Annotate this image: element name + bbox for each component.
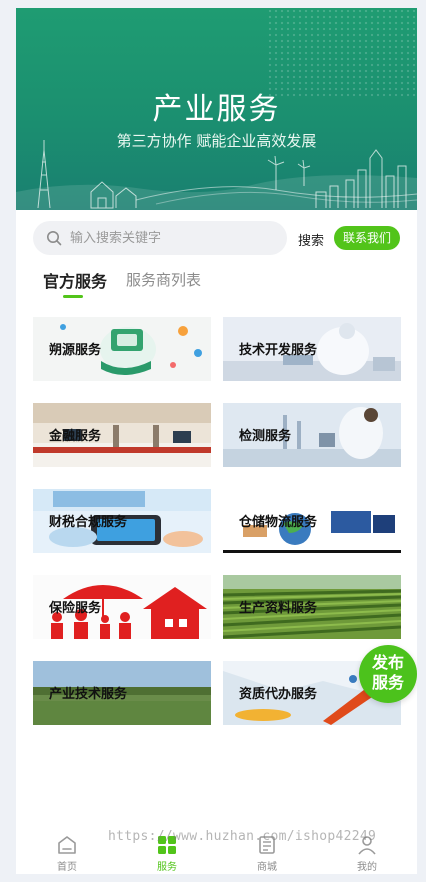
tab-provider-list[interactable]: 服务商列表 [126, 269, 201, 290]
nav-services-label: 服务 [157, 862, 177, 873]
service-card-production-materials[interactable]: 生产资料服务 [223, 575, 401, 639]
service-card-insurance[interactable]: 保险服务 [33, 575, 211, 639]
service-card-label: 朔源服务 [49, 342, 102, 357]
nav-mall-label: 商城 [257, 862, 277, 873]
service-card-testing[interactable]: 检测服务 [223, 403, 401, 467]
nav-home-label: 首页 [57, 862, 77, 873]
service-card-tech-dev[interactable]: 技术开发服务 [223, 317, 401, 381]
hero-banner: 产业服务 第三方协作 赋能企业高效发展 [16, 8, 417, 210]
service-card-industry-tech[interactable]: 产业技术服务 [33, 661, 211, 725]
service-page: 产业服务 第三方协作 赋能企业高效发展 输入搜索关键字 搜索 联系我们 官方服务… [16, 8, 417, 874]
service-card-tax-compliance[interactable]: 财税合规服务 [33, 489, 211, 553]
service-card-label: 技术开发服务 [239, 342, 318, 357]
service-card-label: 产业技术服务 [49, 686, 128, 701]
search-input[interactable] [70, 221, 270, 255]
service-card-logistics[interactable]: 仓储物流服务 [223, 489, 401, 553]
publish-service-button[interactable]: 发布 服务 [359, 645, 417, 703]
service-card-label: 财税合规服务 [49, 514, 128, 529]
tab-official-services[interactable]: 官方服务 [43, 268, 107, 292]
service-card-label: 保险服务 [49, 600, 102, 615]
contact-us-button[interactable]: 联系我们 [334, 226, 400, 250]
nav-mine-label: 我的 [357, 862, 377, 873]
skyline-illustration [16, 140, 417, 210]
service-card-label: 金融服务 [49, 428, 102, 443]
publish-label-line2: 服务 [371, 675, 404, 692]
nav-home[interactable]: 首页 [37, 828, 97, 873]
service-card-label: 检测服务 [239, 428, 292, 443]
service-card-label: 生产资料服务 [239, 600, 318, 615]
search-icon [47, 231, 62, 246]
home-icon [58, 836, 76, 854]
service-card-label: 资质代办服务 [239, 686, 318, 701]
publish-label-line1: 发布 [371, 655, 404, 672]
service-card-label: 仓储物流服务 [239, 514, 318, 529]
service-card-traceability[interactable]: 朔源服务 [33, 317, 211, 381]
search-bar[interactable] [33, 221, 287, 255]
service-card-finance[interactable]: 金融服务 [33, 403, 211, 467]
search-button[interactable]: 搜索 [298, 230, 324, 249]
watermark-url: https://www.huzhan.com/ishop42249 [108, 829, 377, 844]
active-tab-indicator [63, 295, 83, 298]
